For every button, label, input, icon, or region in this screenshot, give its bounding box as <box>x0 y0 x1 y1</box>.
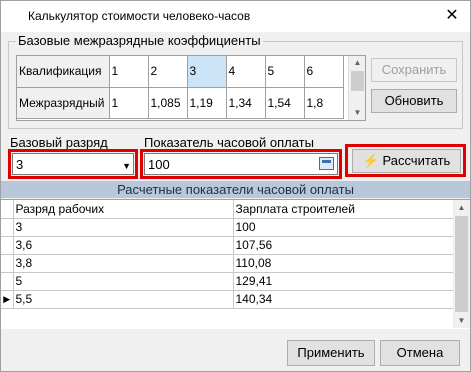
hourly-rate-input[interactable]: 100 <box>144 153 338 175</box>
hourly-rate-value: 100 <box>148 157 170 172</box>
base-rank-value: 3 <box>16 157 24 172</box>
coefficient-cell[interactable]: 1,19 <box>187 87 227 119</box>
rank-cell[interactable]: 5,5 <box>13 290 234 309</box>
base-rank-label: Базовый разряд <box>10 135 108 150</box>
column-header-salary[interactable]: Зарплата строителей <box>233 200 454 219</box>
qualification-cell[interactable]: 6 <box>304 56 344 88</box>
close-icon[interactable]: ✕ <box>440 5 464 27</box>
row-indicator <box>1 200 14 219</box>
rank-cell[interactable]: 3,6 <box>13 236 234 255</box>
salary-cell[interactable]: 129,41 <box>233 272 454 291</box>
qualification-cell[interactable]: 1 <box>109 56 149 88</box>
table-row[interactable]: 3,6 107,56 <box>1 236 454 255</box>
coefficient-cell[interactable]: 1 <box>109 87 149 119</box>
chevron-down-icon[interactable]: ▼ <box>122 161 131 171</box>
current-row-arrow-icon: ▶ <box>1 290 14 309</box>
rank-cell[interactable]: 3,8 <box>13 254 234 273</box>
coefficients-group-caption: Базовые межразрядные коэффициенты <box>16 33 263 48</box>
column-header-rank[interactable]: Разряд рабочих <box>13 200 234 219</box>
rank-cell[interactable]: 3 <box>13 218 234 237</box>
coefficients-grid[interactable]: Квалификация 1 2 3 4 5 6 Межразрядный 1 … <box>16 55 366 121</box>
coefficients-scrollbar[interactable]: ▲ ▼ <box>348 56 365 120</box>
qualification-cell[interactable]: 2 <box>148 56 188 88</box>
apply-button[interactable]: Применить <box>287 340 375 366</box>
coefficient-cell[interactable]: 1,085 <box>148 87 188 119</box>
table-row[interactable]: 3 100 <box>1 218 454 237</box>
calculator-icon[interactable] <box>319 157 334 170</box>
title-bar: Калькулятор стоимости человеко-часов ✕ <box>1 1 470 32</box>
row-indicator <box>1 218 14 237</box>
salary-cell[interactable]: 100 <box>233 218 454 237</box>
rank-cell[interactable]: 5 <box>13 272 234 291</box>
calculate-label: Рассчитать <box>382 153 451 168</box>
qualification-row: Квалификация 1 2 3 4 5 6 <box>17 56 344 88</box>
results-header: Расчетные показатели часовой оплаты <box>1 181 470 198</box>
scroll-thumb[interactable] <box>455 216 468 312</box>
base-rank-dropdown[interactable]: 3 ▼ <box>12 153 134 175</box>
scroll-down-icon[interactable]: ▼ <box>453 313 470 328</box>
coefficient-row: Межразрядный 1 1,085 1,19 1,34 1,54 1,8 <box>17 87 344 119</box>
qualification-cell[interactable]: 5 <box>265 56 305 88</box>
salary-cell[interactable]: 107,56 <box>233 236 454 255</box>
scroll-up-icon[interactable]: ▲ <box>349 56 366 70</box>
qualification-row-label: Квалификация <box>17 56 110 88</box>
cancel-button[interactable]: Отмена <box>380 340 460 366</box>
row-indicator <box>1 272 14 291</box>
coefficient-cell[interactable]: 1,8 <box>304 87 344 119</box>
coefficient-cell[interactable]: 1,54 <box>265 87 305 119</box>
calculator-window: Калькулятор стоимости человеко-часов ✕ Б… <box>0 0 471 372</box>
results-grid[interactable]: Разряд рабочих Зарплата строителей 3 100… <box>1 199 470 329</box>
table-row[interactable]: 3,8 110,08 <box>1 254 454 273</box>
qualification-cell-selected[interactable]: 3 <box>187 56 227 88</box>
calculate-button[interactable]: ⚡ Рассчитать <box>352 149 461 173</box>
coefficient-row-label: Межразрядный <box>17 87 110 119</box>
table-row[interactable]: 5 129,41 <box>1 272 454 291</box>
window-title: Калькулятор стоимости человеко-часов <box>28 9 251 23</box>
qualification-cell[interactable]: 4 <box>226 56 266 88</box>
refresh-button[interactable]: Обновить <box>371 89 457 113</box>
row-indicator <box>1 254 14 273</box>
scroll-thumb[interactable] <box>351 71 364 91</box>
coefficient-cell[interactable]: 1,34 <box>226 87 266 119</box>
results-scrollbar[interactable]: ▲ ▼ <box>453 200 470 328</box>
scroll-up-icon[interactable]: ▲ <box>453 200 470 215</box>
table-row-current[interactable]: ▶ 5,5 140,34 <box>1 290 454 309</box>
scroll-down-icon[interactable]: ▼ <box>349 106 366 120</box>
results-header-row: Разряд рабочих Зарплата строителей <box>1 200 454 219</box>
hourly-rate-label: Показатель часовой оплаты <box>144 135 314 150</box>
salary-cell[interactable]: 140,34 <box>233 290 454 309</box>
lightning-icon: ⚡ <box>362 153 379 168</box>
save-button[interactable]: Сохранить <box>371 58 457 82</box>
row-indicator <box>1 236 14 255</box>
salary-cell[interactable]: 110,08 <box>233 254 454 273</box>
